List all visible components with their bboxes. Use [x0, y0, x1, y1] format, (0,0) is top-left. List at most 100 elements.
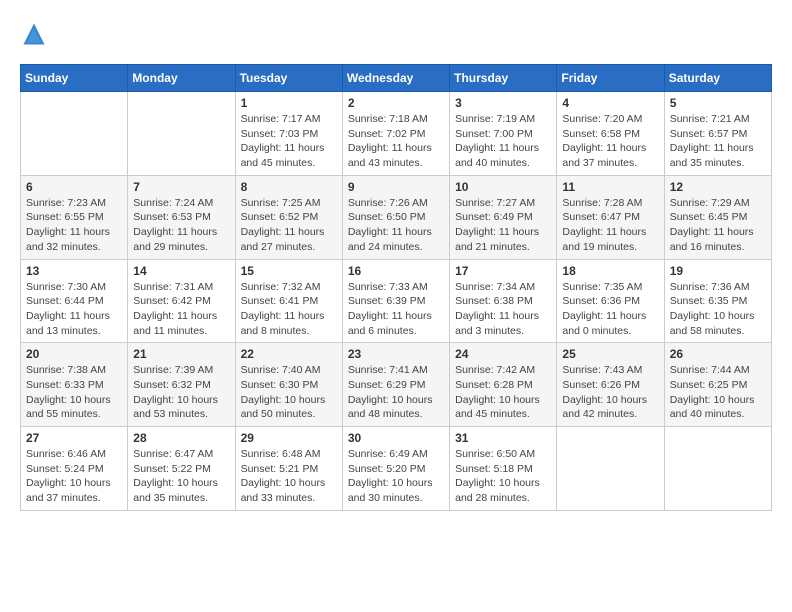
day-number: 12	[670, 180, 766, 194]
day-number: 14	[133, 264, 229, 278]
weekday-header-tuesday: Tuesday	[235, 65, 342, 92]
weekday-header-wednesday: Wednesday	[342, 65, 449, 92]
calendar-cell: 30 Sunrise: 6:49 AMSunset: 5:20 PMDayligh…	[342, 427, 449, 511]
day-info: Sunrise: 6:48 AMSunset: 5:21 PMDaylight:…	[241, 447, 337, 506]
day-info: Sunrise: 7:39 AMSunset: 6:32 PMDaylight:…	[133, 363, 229, 422]
day-info: Sunrise: 6:49 AMSunset: 5:20 PMDaylight:…	[348, 447, 444, 506]
calendar-cell: 4 Sunrise: 7:20 AMSunset: 6:58 PMDaylight…	[557, 92, 664, 176]
weekday-header-thursday: Thursday	[450, 65, 557, 92]
weekday-header-sunday: Sunday	[21, 65, 128, 92]
calendar-cell: 2Sunrise: 7:18 AMSunset: 7:02 PMDaylight…	[342, 92, 449, 176]
weekday-header-saturday: Saturday	[664, 65, 771, 92]
day-number: 21	[133, 347, 229, 361]
day-info: Sunrise: 6:47 AMSunset: 5:22 PMDaylight:…	[133, 447, 229, 506]
day-number: 9	[348, 180, 444, 194]
day-number: 16	[348, 264, 444, 278]
day-number: 30	[348, 431, 444, 445]
day-info: Sunrise: 7:38 AMSunset: 6:33 PMDaylight:…	[26, 363, 122, 422]
day-info: Sunrise: 7:17 AMSunset: 7:03 PMDaylight:…	[241, 112, 337, 171]
calendar-cell: 22Sunrise: 7:40 AMSunset: 6:30 PMDayligh…	[235, 343, 342, 427]
day-info: Sunrise: 6:46 AMSunset: 5:24 PMDaylight:…	[26, 447, 122, 506]
day-number: 11	[562, 180, 658, 194]
day-info: Sunrise: 7:27 AMSunset: 6:49 PMDaylight:…	[455, 196, 551, 255]
day-info: Sunrise: 7:36 AMSunset: 6:35 PMDaylight:…	[670, 280, 766, 339]
calendar-week-row: 20 Sunrise: 7:38 AMSunset: 6:33 PMDayligh…	[21, 343, 772, 427]
calendar-cell: 11 Sunrise: 7:28 AMSunset: 6:47 PMDayligh…	[557, 175, 664, 259]
calendar-cell: 9 Sunrise: 7:26 AMSunset: 6:50 PMDaylight…	[342, 175, 449, 259]
day-info: Sunrise: 7:29 AMSunset: 6:45 PMDaylight:…	[670, 196, 766, 255]
calendar-cell: 26 Sunrise: 7:44 AMSunset: 6:25 PMDayligh…	[664, 343, 771, 427]
calendar-cell: 12 Sunrise: 7:29 AMSunset: 6:45 PMDayligh…	[664, 175, 771, 259]
calendar-cell: 16 Sunrise: 7:33 AMSunset: 6:39 PMDayligh…	[342, 259, 449, 343]
day-number: 4	[562, 96, 658, 110]
logo-icon	[20, 20, 48, 48]
calendar-cell: 15 Sunrise: 7:32 AMSunset: 6:41 PMDayligh…	[235, 259, 342, 343]
calendar-cell: 20 Sunrise: 7:38 AMSunset: 6:33 PMDayligh…	[21, 343, 128, 427]
calendar-week-row: 27 Sunrise: 6:46 AMSunset: 5:24 PMDayligh…	[21, 427, 772, 511]
day-info: Sunrise: 7:44 AMSunset: 6:25 PMDaylight:…	[670, 363, 766, 422]
day-info: Sunrise: 7:28 AMSunset: 6:47 PMDaylight:…	[562, 196, 658, 255]
calendar-cell: 21 Sunrise: 7:39 AMSunset: 6:32 PMDayligh…	[128, 343, 235, 427]
calendar-cell: 5 Sunrise: 7:21 AMSunset: 6:57 PMDaylight…	[664, 92, 771, 176]
day-info: Sunrise: 7:23 AMSunset: 6:55 PMDaylight:…	[26, 196, 122, 255]
logo	[20, 20, 52, 48]
page-header	[20, 20, 772, 48]
day-number: 5	[670, 96, 766, 110]
day-info: Sunrise: 7:26 AMSunset: 6:50 PMDaylight:…	[348, 196, 444, 255]
day-info: Sunrise: 7:43 AMSunset: 6:26 PMDaylight:…	[562, 363, 658, 422]
day-info: Sunrise: 7:32 AMSunset: 6:41 PMDaylight:…	[241, 280, 337, 339]
day-number: 29	[241, 431, 337, 445]
calendar-cell: 13 Sunrise: 7:30 AMSunset: 6:44 PMDayligh…	[21, 259, 128, 343]
calendar-cell: 23 Sunrise: 7:41 AMSunset: 6:29 PMDayligh…	[342, 343, 449, 427]
day-info: Sunrise: 7:42 AMSunset: 6:28 PMDaylight:…	[455, 363, 551, 422]
day-number: 17	[455, 264, 551, 278]
calendar-cell: 28Sunrise: 6:47 AMSunset: 5:22 PMDayligh…	[128, 427, 235, 511]
day-number: 18	[562, 264, 658, 278]
calendar-cell: 7 Sunrise: 7:24 AMSunset: 6:53 PMDaylight…	[128, 175, 235, 259]
day-info: Sunrise: 7:18 AMSunset: 7:02 PMDaylight:…	[348, 112, 444, 171]
calendar-cell: 19Sunrise: 7:36 AMSunset: 6:35 PMDayligh…	[664, 259, 771, 343]
calendar-cell: 24 Sunrise: 7:42 AMSunset: 6:28 PMDayligh…	[450, 343, 557, 427]
calendar-cell: 25Sunrise: 7:43 AMSunset: 6:26 PMDayligh…	[557, 343, 664, 427]
calendar-cell: 3 Sunrise: 7:19 AMSunset: 7:00 PMDaylight…	[450, 92, 557, 176]
calendar-cell	[21, 92, 128, 176]
calendar-cell: 1Sunrise: 7:17 AMSunset: 7:03 PMDaylight…	[235, 92, 342, 176]
day-number: 7	[133, 180, 229, 194]
calendar-week-row: 1Sunrise: 7:17 AMSunset: 7:03 PMDaylight…	[21, 92, 772, 176]
calendar-cell: 18 Sunrise: 7:35 AMSunset: 6:36 PMDayligh…	[557, 259, 664, 343]
weekday-header-row: SundayMondayTuesdayWednesdayThursdayFrid…	[21, 65, 772, 92]
calendar-cell: 14 Sunrise: 7:31 AMSunset: 6:42 PMDayligh…	[128, 259, 235, 343]
day-number: 10	[455, 180, 551, 194]
day-info: Sunrise: 7:35 AMSunset: 6:36 PMDaylight:…	[562, 280, 658, 339]
calendar-cell: 6Sunrise: 7:23 AMSunset: 6:55 PMDaylight…	[21, 175, 128, 259]
weekday-header-friday: Friday	[557, 65, 664, 92]
day-info: Sunrise: 7:31 AMSunset: 6:42 PMDaylight:…	[133, 280, 229, 339]
calendar-cell: 29 Sunrise: 6:48 AMSunset: 5:21 PMDayligh…	[235, 427, 342, 511]
day-info: Sunrise: 7:20 AMSunset: 6:58 PMDaylight:…	[562, 112, 658, 171]
day-info: Sunrise: 7:33 AMSunset: 6:39 PMDaylight:…	[348, 280, 444, 339]
day-info: Sunrise: 7:24 AMSunset: 6:53 PMDaylight:…	[133, 196, 229, 255]
weekday-header-monday: Monday	[128, 65, 235, 92]
day-info: Sunrise: 7:25 AMSunset: 6:52 PMDaylight:…	[241, 196, 337, 255]
day-number: 3	[455, 96, 551, 110]
calendar-cell: 10 Sunrise: 7:27 AMSunset: 6:49 PMDayligh…	[450, 175, 557, 259]
day-number: 26	[670, 347, 766, 361]
calendar-cell: 31Sunrise: 6:50 AMSunset: 5:18 PMDayligh…	[450, 427, 557, 511]
day-number: 8	[241, 180, 337, 194]
day-number: 23	[348, 347, 444, 361]
day-info: Sunrise: 7:19 AMSunset: 7:00 PMDaylight:…	[455, 112, 551, 171]
day-info: Sunrise: 7:34 AMSunset: 6:38 PMDaylight:…	[455, 280, 551, 339]
day-info: Sunrise: 7:30 AMSunset: 6:44 PMDaylight:…	[26, 280, 122, 339]
calendar-cell: 17 Sunrise: 7:34 AMSunset: 6:38 PMDayligh…	[450, 259, 557, 343]
day-number: 27	[26, 431, 122, 445]
day-number: 22	[241, 347, 337, 361]
day-number: 20	[26, 347, 122, 361]
calendar-table: SundayMondayTuesdayWednesdayThursdayFrid…	[20, 64, 772, 511]
day-number: 24	[455, 347, 551, 361]
day-info: Sunrise: 7:21 AMSunset: 6:57 PMDaylight:…	[670, 112, 766, 171]
day-info: Sunrise: 7:41 AMSunset: 6:29 PMDaylight:…	[348, 363, 444, 422]
day-number: 15	[241, 264, 337, 278]
calendar-cell	[128, 92, 235, 176]
day-number: 13	[26, 264, 122, 278]
calendar-cell	[664, 427, 771, 511]
